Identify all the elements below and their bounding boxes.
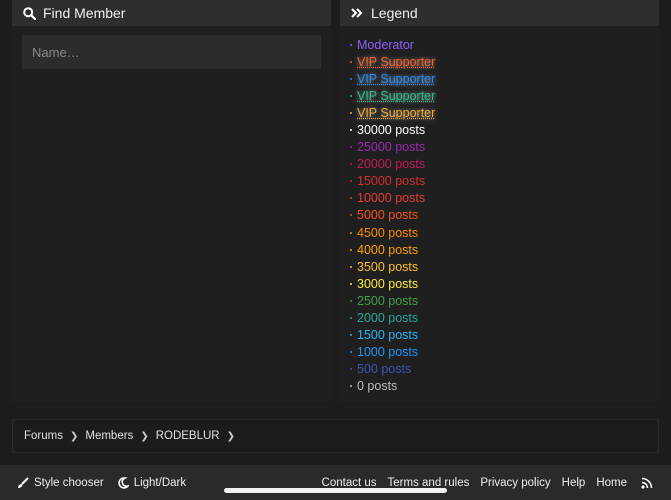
search-icon [22, 6, 36, 20]
legend-item: 2000 posts [350, 310, 435, 327]
legend-item: 1000 posts [350, 344, 435, 361]
members-page: Find Member Legend Moderator VIP Supporte… [0, 0, 671, 500]
bullet-icon [350, 197, 352, 200]
bullet-icon [350, 282, 352, 285]
legend-item-label: 4500 posts [357, 225, 419, 240]
legend-header: Legend [340, 0, 659, 26]
legend-item-label: 15000 posts [357, 174, 426, 189]
chevron-right-icon: ❯ [140, 430, 149, 442]
find-member-panel [12, 26, 331, 402]
legend-item-label: 3000 posts [357, 276, 419, 291]
legend-item-label: 4000 posts [357, 242, 419, 257]
legend-item-label: 1000 posts [357, 345, 419, 360]
legend-item-label: VIP Supporter [357, 105, 436, 120]
legend-item-label: 3500 posts [357, 259, 419, 274]
find-member-header: Find Member [12, 0, 331, 26]
legend-item-label: 20000 posts [357, 157, 426, 172]
breadcrumb: Forums ❯ Members ❯ RODEBLUR ❯ [12, 419, 659, 453]
bullet-icon [350, 146, 352, 149]
bullet-icon [350, 43, 352, 46]
footer: Style chooser Light/Dark Contact us Term… [0, 465, 671, 500]
breadcrumb-members[interactable]: Members [85, 430, 133, 442]
legend-item: 30000 posts [350, 121, 435, 138]
legend-item: VIP Supporter [350, 104, 435, 121]
style-chooser-button[interactable]: Style chooser [17, 477, 104, 489]
bullet-icon [350, 265, 352, 268]
legend-list: Moderator VIP Supporter VIP Supporter VIP S… [350, 36, 435, 395]
legend-item-label: VIP Supporter [357, 54, 436, 69]
legend-item: 3500 posts [350, 258, 435, 275]
contact-us-link[interactable]: Contact us [322, 477, 377, 489]
legend-item-label: 0 posts [357, 379, 398, 394]
legend-item: 1500 posts [350, 327, 435, 344]
breadcrumb-member[interactable]: RODEBLUR [156, 430, 220, 442]
bullet-icon [350, 163, 352, 166]
legend-item-label: 10000 posts [357, 191, 426, 206]
bullet-icon [350, 385, 352, 388]
legend-item-label: VIP Supporter [357, 88, 436, 103]
bullet-icon [350, 299, 352, 302]
legend-item-label: 2000 posts [357, 311, 419, 326]
legend-item: 500 posts [350, 361, 435, 378]
legend-item: 0 posts [350, 378, 435, 395]
legend-item: VIP Supporter [350, 87, 435, 104]
legend-item: Moderator [350, 36, 435, 53]
legend-item-label: 30000 posts [357, 123, 426, 138]
rss-icon[interactable] [641, 477, 653, 489]
home-indicator[interactable] [224, 488, 447, 493]
legend-item-label: Moderator [357, 37, 414, 52]
bullet-icon [350, 214, 352, 217]
breadcrumb-forums[interactable]: Forums [24, 430, 63, 442]
bullet-icon [350, 129, 352, 132]
legend-item-label: 5000 posts [357, 208, 419, 223]
privacy-link[interactable]: Privacy policy [480, 477, 550, 489]
chevron-right-icon: ❯ [69, 430, 79, 442]
legend-item-label: VIP Supporter [357, 71, 436, 86]
legend-item-label: 500 posts [357, 362, 412, 377]
legend-item: 2500 posts [350, 292, 435, 309]
light-dark-toggle[interactable]: Light/Dark [117, 477, 186, 489]
legend-item: 10000 posts [350, 190, 435, 207]
legend-item: 15000 posts [350, 173, 435, 190]
bullet-icon [350, 317, 352, 320]
double-chevron-right-icon [350, 6, 364, 20]
bullet-icon [350, 94, 352, 97]
legend-item: 4500 posts [350, 224, 435, 241]
legend-item: VIP Supporter [350, 70, 435, 87]
legend-title: Legend [371, 5, 418, 21]
style-chooser-label: Style chooser [34, 476, 104, 489]
bullet-icon [350, 231, 352, 234]
bullet-icon [350, 334, 352, 337]
bullet-icon [350, 77, 352, 80]
moon-icon [117, 476, 129, 489]
bullet-icon [350, 180, 352, 183]
bullet-icon [350, 368, 352, 371]
help-link[interactable]: Help [562, 477, 586, 489]
find-member-title: Find Member [43, 5, 126, 21]
bullet-icon [350, 248, 352, 251]
legend-item: 5000 posts [350, 207, 435, 224]
bullet-icon [350, 351, 352, 354]
bullet-icon [350, 60, 352, 63]
home-link[interactable]: Home [596, 477, 627, 489]
member-name-input[interactable] [22, 35, 321, 69]
legend-item: 3000 posts [350, 275, 435, 292]
bullet-icon [350, 111, 352, 114]
legend-item: 20000 posts [350, 156, 435, 173]
paintbrush-icon [17, 476, 29, 489]
legend-item: 4000 posts [350, 241, 435, 258]
legend-item: 25000 posts [350, 139, 435, 156]
legend-item: VIP Supporter [350, 53, 435, 70]
legend-item-label: 2500 posts [357, 293, 419, 308]
legend-item-label: 1500 posts [357, 328, 419, 343]
chevron-right-icon: ❯ [226, 430, 235, 442]
terms-link[interactable]: Terms and rules [388, 477, 470, 489]
light-dark-label: Light/Dark [133, 476, 187, 489]
legend-panel: Moderator VIP Supporter VIP Supporter VIP S… [340, 26, 659, 402]
legend-item-label: 25000 posts [357, 140, 426, 155]
